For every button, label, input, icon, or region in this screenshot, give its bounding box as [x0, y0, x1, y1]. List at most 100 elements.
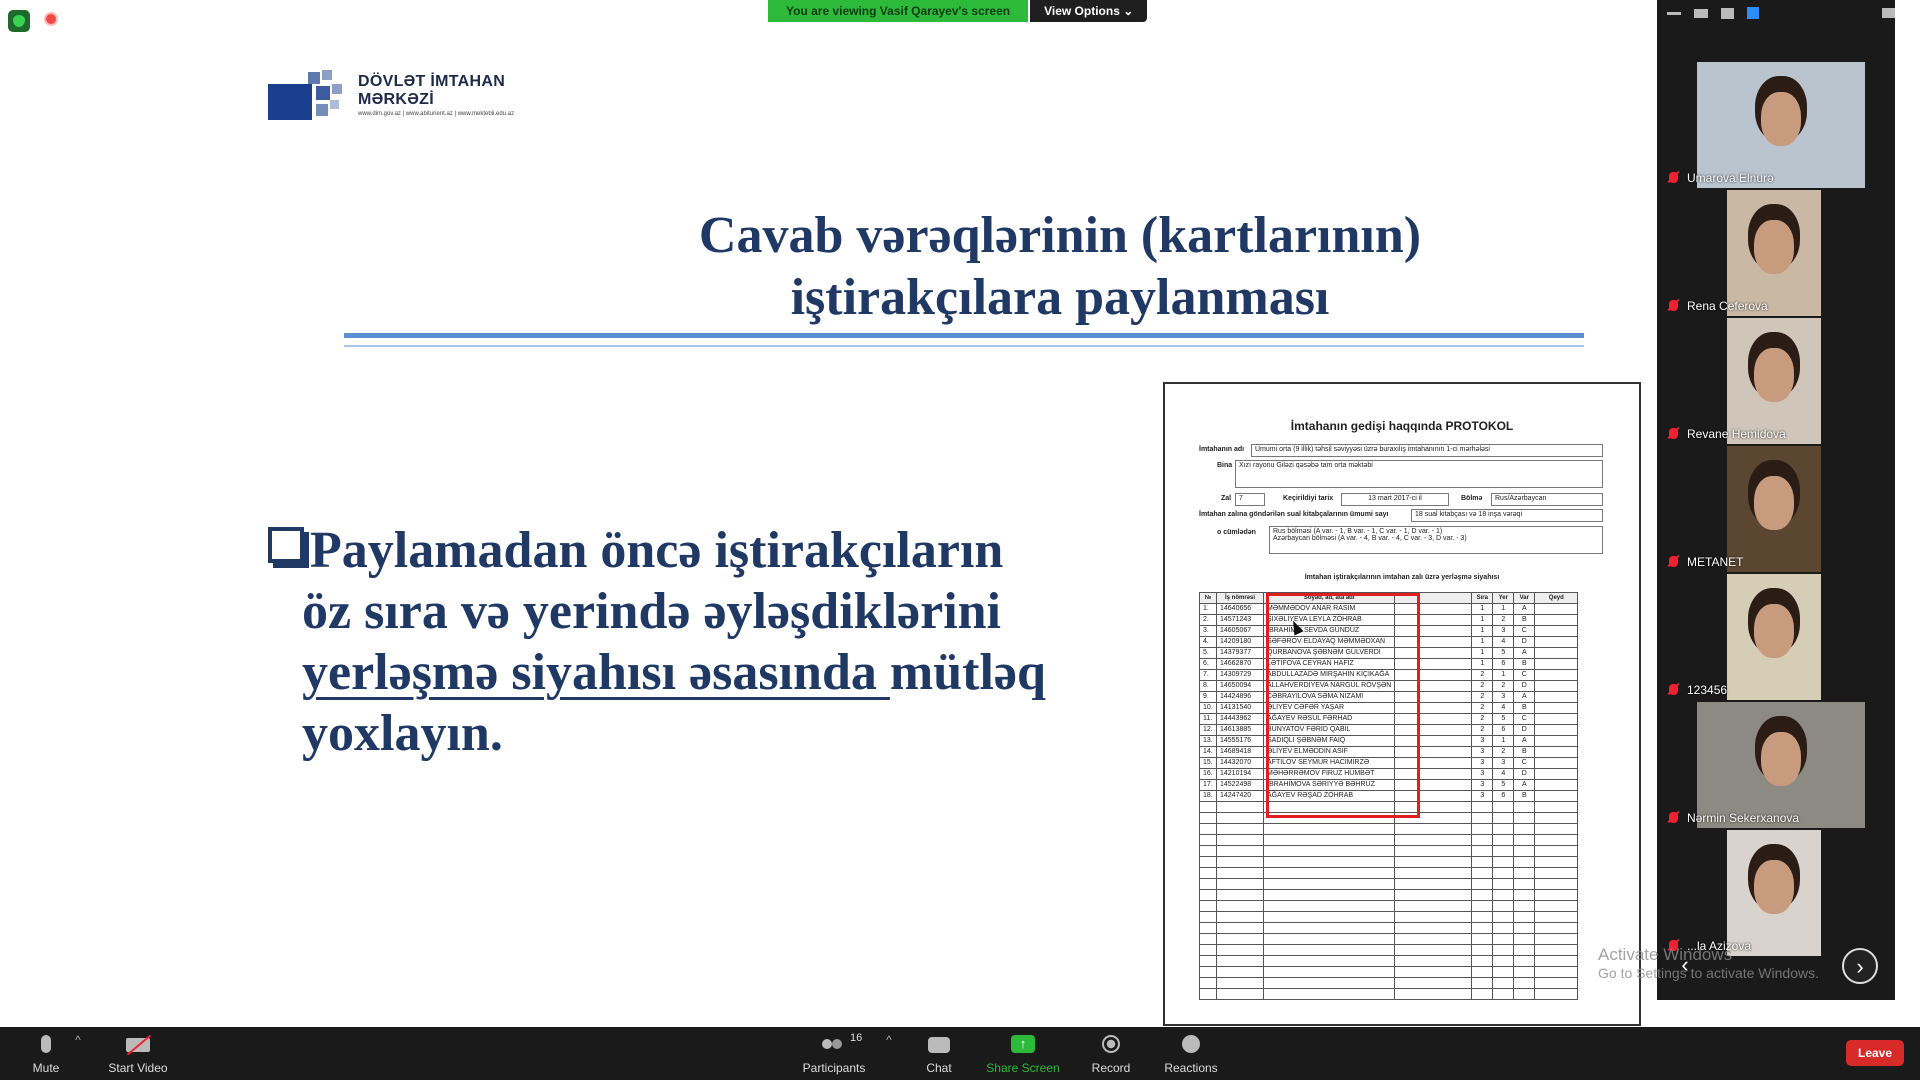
empty-cell: [1471, 878, 1494, 890]
mute-button[interactable]: Mute: [26, 1027, 66, 1080]
empty-cell: [1513, 867, 1536, 879]
muted-mic-icon: [1669, 300, 1678, 311]
chat-icon: [928, 1037, 950, 1053]
empty-cell: [1492, 867, 1515, 879]
empty-cell: [1216, 823, 1264, 835]
empty-table-row: [1199, 966, 1579, 978]
empty-cell: [1471, 801, 1494, 813]
row-seat: 4: [1492, 636, 1515, 648]
row-number: 16.: [1199, 768, 1217, 780]
cumle-value-2: Azərbaycan bölməsi (A var. - 4, B var. -…: [1273, 535, 1467, 542]
participant-tile[interactable]: ...la Azizova: [1657, 830, 1895, 956]
empty-cell: [1534, 900, 1579, 912]
row-variant: D: [1513, 724, 1536, 736]
next-page-button[interactable]: ›: [1842, 948, 1878, 984]
empty-cell: [1492, 856, 1515, 868]
row-variant: A: [1513, 779, 1536, 791]
empty-cell: [1471, 933, 1494, 945]
minimize-icon[interactable]: [1667, 11, 1681, 15]
video-off-icon: [126, 1034, 152, 1056]
row-work-number: 14522498: [1216, 779, 1264, 791]
empty-cell: [1394, 966, 1473, 978]
row-number: 15.: [1199, 757, 1217, 769]
row-work-number: 14209180: [1216, 636, 1264, 648]
gallery-view-icon[interactable]: [1747, 7, 1760, 19]
row-seat: 5: [1492, 779, 1515, 791]
single-view-icon[interactable]: [1693, 8, 1708, 18]
start-video-button[interactable]: Start Video: [108, 1027, 168, 1080]
row-number: 4.: [1199, 636, 1217, 648]
row-work-number: 14247420: [1216, 790, 1264, 802]
row-variant: A: [1513, 735, 1536, 747]
empty-cell: [1262, 834, 1396, 846]
row-work-number: 14131540: [1216, 702, 1264, 714]
participants-button[interactable]: 16 Participants: [803, 1027, 866, 1080]
zal-label: Zal: [1221, 495, 1232, 502]
chat-button[interactable]: Chat: [926, 1027, 952, 1080]
empty-cell: [1216, 933, 1264, 945]
participant-tile[interactable]: Rena Ceferova: [1657, 190, 1895, 316]
empty-cell: [1199, 856, 1217, 868]
row-row: 2: [1471, 702, 1494, 714]
empty-cell: [1262, 933, 1396, 945]
cumle-value: Rus bölməsi (A var. - 1, B var. - 1, C v…: [1269, 526, 1603, 554]
empty-cell: [1513, 955, 1536, 967]
dim-logo: DÖVLƏT İMTAHAN MƏRKƏZİ www.dim.gov.az | …: [268, 70, 514, 120]
exit-panel-icon[interactable]: [1882, 8, 1896, 18]
participant-tile[interactable]: METANET: [1657, 446, 1895, 572]
participant-video: [1727, 574, 1821, 700]
empty-cell: [1216, 878, 1264, 890]
empty-table-row: [1199, 856, 1579, 868]
empty-table-row: [1199, 845, 1579, 857]
participant-name: METANET: [1687, 555, 1744, 569]
empty-table-row: [1199, 867, 1579, 879]
empty-cell: [1262, 823, 1396, 835]
participant-tile[interactable]: Nərmin Sekerxanova: [1657, 702, 1895, 828]
empty-cell: [1199, 845, 1217, 857]
empty-cell: [1262, 878, 1396, 890]
row-number: 7.: [1199, 669, 1217, 681]
list-title: İmtahan iştirakçılarının imtahan zalı üz…: [1304, 574, 1500, 581]
row-seat: 2: [1492, 680, 1515, 692]
row-variant: C: [1513, 757, 1536, 769]
start-video-label: Start Video: [108, 1061, 168, 1075]
muted-mic-icon: [1669, 428, 1678, 439]
slide-bullet: Paylamadan öncə iştirakçıların öz sıra v…: [268, 520, 1113, 764]
row-work-number: 14432070: [1216, 757, 1264, 769]
previous-page-button[interactable]: ‹: [1667, 948, 1703, 984]
empty-cell: [1471, 988, 1494, 1000]
record-button[interactable]: Record: [1092, 1027, 1130, 1080]
windows-activation-watermark: Activate Windows Go to Settings to activ…: [1598, 945, 1819, 981]
empty-cell: [1394, 911, 1473, 923]
row-number: 2.: [1199, 614, 1217, 626]
participant-tile[interactable]: Revane Hemidova: [1657, 318, 1895, 444]
empty-cell: [1513, 944, 1536, 956]
security-shield-icon[interactable]: [8, 10, 30, 32]
share-screen-button[interactable]: ↑ Share Screen: [986, 1027, 1060, 1080]
exam-label: İmtahanın adı: [1199, 446, 1245, 453]
empty-cell: [1534, 834, 1579, 846]
col-work-number: İş nömrəsi: [1216, 592, 1264, 604]
reactions-button[interactable]: Reactions: [1164, 1027, 1218, 1080]
row-work-number: 14555176: [1216, 735, 1264, 747]
participant-tile[interactable]: 123456: [1657, 574, 1895, 700]
row-work-number: 14689418: [1216, 746, 1264, 758]
empty-cell: [1394, 977, 1473, 989]
empty-table-row: [1199, 900, 1579, 912]
row-seat: 3: [1492, 691, 1515, 703]
empty-cell: [1513, 966, 1536, 978]
strip-view-icon[interactable]: [1720, 7, 1735, 19]
empty-table-row: [1199, 834, 1579, 846]
watermark-line-1: Activate Windows: [1598, 945, 1733, 964]
row-number: 10.: [1199, 702, 1217, 714]
leave-button[interactable]: Leave: [1846, 1040, 1904, 1066]
empty-cell: [1262, 856, 1396, 868]
row-seat: 1: [1492, 669, 1515, 681]
row-row: 3: [1471, 746, 1494, 758]
participants-label: Participants: [802, 1061, 866, 1075]
participant-tile[interactable]: Umarova Elnurə: [1657, 62, 1895, 188]
row-row: 1: [1471, 625, 1494, 637]
view-options-button[interactable]: View Options ⌄: [1030, 0, 1148, 22]
empty-cell: [1534, 977, 1579, 989]
row-variant: B: [1513, 790, 1536, 802]
